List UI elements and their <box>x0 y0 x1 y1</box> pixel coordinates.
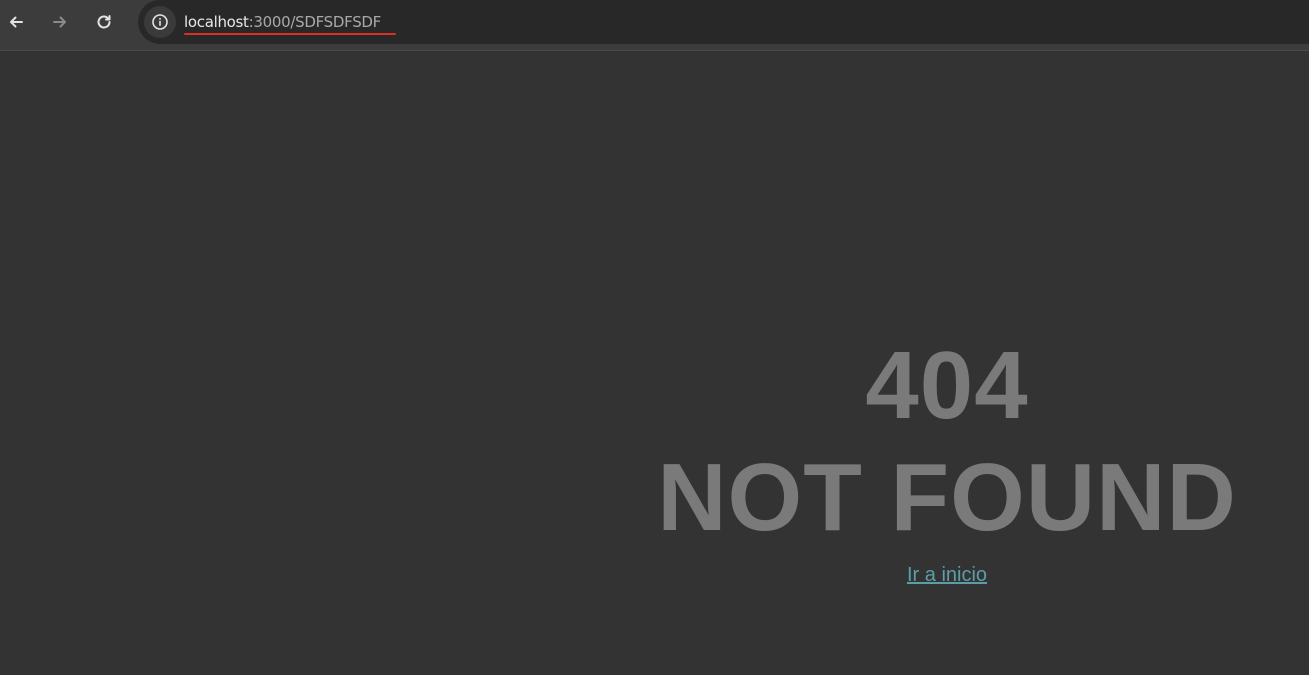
reload-icon <box>97 15 111 29</box>
address-bar[interactable]: localhost:3000/SDFSDFSDF <box>138 0 1309 44</box>
reload-button[interactable] <box>88 6 120 38</box>
error-message: NOT FOUND <box>657 444 1237 551</box>
site-info-button[interactable] <box>144 6 176 38</box>
forward-button[interactable] <box>44 6 76 38</box>
info-icon <box>152 14 168 30</box>
url-host: localhost <box>184 13 249 31</box>
url-path: :3000/SDFSDFSDF <box>248 13 382 31</box>
not-found-block: 404 NOT FOUND Ir a inicio <box>585 332 1309 587</box>
error-code: 404 <box>865 332 1029 439</box>
url-text[interactable]: localhost:3000/SDFSDFSDF <box>184 12 381 32</box>
url-underline <box>184 33 396 35</box>
page-content: 404 NOT FOUND Ir a inicio <box>0 52 1309 675</box>
home-link[interactable]: Ir a inicio <box>907 564 987 587</box>
back-button[interactable] <box>0 6 32 38</box>
arrow-left-icon <box>10 16 23 28</box>
browser-toolbar: localhost:3000/SDFSDFSDF <box>0 0 1309 51</box>
arrow-right-icon <box>53 16 66 28</box>
